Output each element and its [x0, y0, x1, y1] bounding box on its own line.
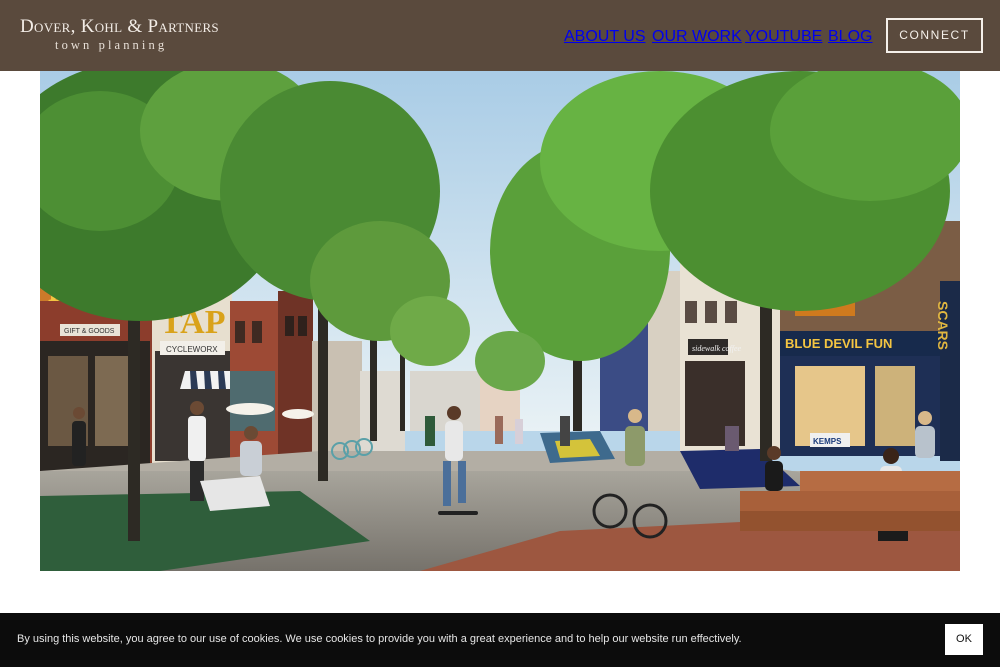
nav-our-work[interactable]: OUR WORK [652, 28, 742, 46]
logo-name: Dover, Kohl & Partners [20, 16, 219, 37]
nav-youtube[interactable]: YOUTUBE [745, 28, 822, 46]
cycleworx-sign: CYCLEWORX [166, 345, 218, 354]
street-scene-illustration: KA TAP CYCLEWORX GIFT & GOODS [40, 71, 960, 571]
nav-blog[interactable]: BLOG [828, 28, 872, 46]
nav-about-us[interactable]: ABOUT US [564, 28, 646, 46]
site-logo[interactable]: Dover, Kohl & Partners town planning [20, 16, 219, 52]
cookie-banner: By using this website, you agree to our … [0, 613, 1000, 667]
connect-button[interactable]: CONNECT [886, 18, 983, 53]
kemps-sign: KEMPS [813, 437, 842, 446]
site-header: Dover, Kohl & Partners town planning ABO… [0, 0, 1000, 71]
scars-sign: SCARS [935, 301, 951, 350]
gift-shop-sign: GIFT & GOODS [64, 328, 115, 335]
coffee-sign: sidewalk coffee [692, 344, 742, 353]
cookie-notice-text: By using this website, you agree to our … [17, 633, 742, 645]
hero-street-rendering: KA TAP CYCLEWORX GIFT & GOODS [40, 71, 960, 571]
cookie-ok-button[interactable]: OK [945, 624, 983, 655]
logo-tagline: town planning [55, 38, 168, 52]
bench-sculpture [200, 476, 270, 511]
blue-devil-sign: BLUE DEVIL FUN [785, 336, 892, 351]
